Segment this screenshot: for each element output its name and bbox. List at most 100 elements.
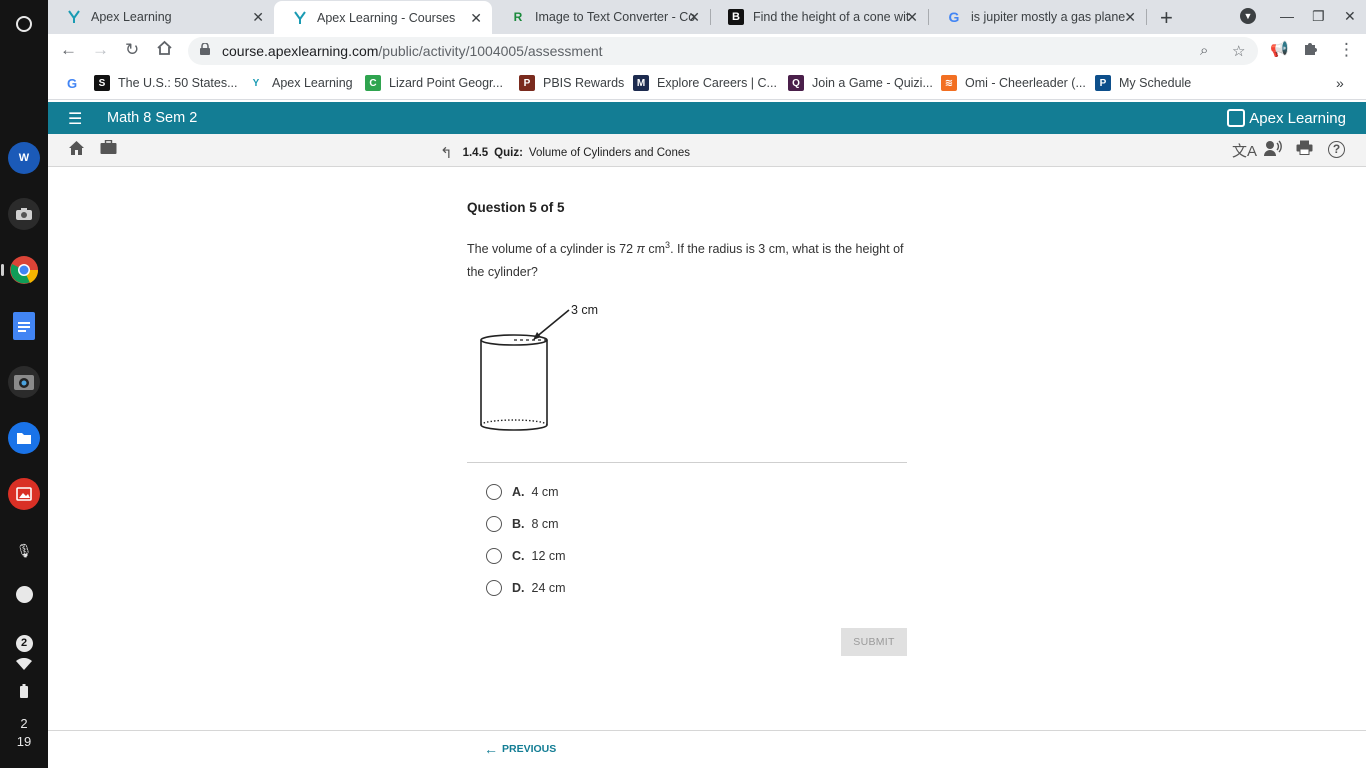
battery-icon[interactable] [0, 684, 48, 701]
choice-c-radio[interactable] [486, 548, 502, 564]
briefcase-icon[interactable] [100, 139, 117, 160]
schedule-icon: P [1095, 75, 1111, 91]
tab-strip: Apex Learning ✕ Apex Learning - Courses … [48, 0, 1366, 34]
launcher-button[interactable] [8, 8, 40, 40]
google-icon: G [66, 75, 78, 91]
choice-c[interactable]: C. 12 cm [486, 548, 566, 564]
pbis-icon: P [519, 75, 535, 91]
lizard-point-icon: C [365, 75, 381, 91]
question-text: The volume of a cylinder is 72 π cm3. If… [467, 240, 904, 280]
window-close-icon[interactable]: ✕ [1344, 8, 1356, 25]
home-icon[interactable] [68, 140, 85, 161]
read-aloud-icon[interactable] [1264, 140, 1282, 161]
converter-favicon-icon: R [513, 9, 523, 24]
wifi-icon[interactable] [0, 657, 48, 673]
tab-close-icon[interactable]: ✕ [688, 9, 700, 26]
apex-logo-icon [1227, 109, 1246, 127]
choice-a[interactable]: A. 4 cm [486, 484, 559, 500]
active-app-indicator [1, 264, 4, 276]
radius-label: 3 cm [571, 303, 598, 317]
files-app-icon[interactable] [8, 422, 40, 454]
apex-favicon-icon [292, 10, 308, 26]
home-icon[interactable] [156, 40, 173, 61]
choice-a-radio[interactable] [486, 484, 502, 500]
apex-icon: Y [252, 77, 260, 89]
choice-d[interactable]: D. 24 cm [486, 580, 566, 596]
submit-button[interactable]: SUBMIT [841, 628, 907, 656]
translate-icon[interactable]: 文A [1232, 140, 1257, 161]
extensions-puzzle-icon[interactable] [1303, 40, 1319, 61]
brainly-favicon-icon: B [728, 8, 744, 25]
tray-settings-icon[interactable] [0, 586, 48, 606]
left-arrow-icon: ← [484, 741, 498, 757]
browser-menu-icon[interactable]: ⋮ [1338, 40, 1355, 60]
word-app-icon[interactable]: W [8, 142, 40, 174]
quizizz-icon: Q [788, 75, 804, 91]
bookmark-us-states[interactable]: S The U.S.: 50 States... [94, 75, 238, 91]
forward-arrow-icon[interactable]: → [92, 40, 109, 60]
bookmark-apps[interactable]: G [64, 75, 88, 91]
lock-icon [200, 43, 210, 55]
back-arrow-icon[interactable]: ← [60, 40, 77, 60]
url-text: course.apexlearning.com/public/activity/… [222, 43, 603, 59]
bookmark-omi[interactable]: ≋ Omi - Cheerleader (... [941, 75, 1086, 91]
up-arrow-icon[interactable]: ↰ [440, 144, 453, 162]
tab-close-icon[interactable]: ✕ [906, 9, 918, 26]
announcement-extension-icon[interactable]: 📢 [1270, 40, 1289, 58]
bookmark-my-schedule[interactable]: P My Schedule [1095, 75, 1191, 91]
tab-close-icon[interactable]: ✕ [252, 9, 264, 26]
cylinder-figure: 3 cm [480, 303, 598, 431]
reload-icon[interactable]: ↻ [125, 40, 139, 60]
tab-search-icon[interactable]: ▼ [1240, 8, 1256, 24]
address-bar[interactable]: course.apexlearning.com/public/activity/… [188, 37, 1258, 65]
notification-count-badge[interactable]: 2 [0, 634, 48, 652]
print-icon[interactable] [1296, 140, 1313, 160]
activity-breadcrumb: ↰ 1.4.5 Quiz: Volume of Cylinders and Co… [440, 144, 690, 162]
course-menu-icon[interactable]: ☰ [68, 109, 82, 129]
tab-image-to-text[interactable]: R Image to Text Converter - Co ✕ [492, 0, 710, 33]
microphone-icon[interactable]: 🎙 [0, 543, 48, 559]
careers-icon: M [633, 75, 649, 91]
browser-toolbar: ← → ↻ course.apexlearning.com/public/act… [48, 34, 1366, 68]
previous-button[interactable]: ← PREVIOUS [484, 741, 556, 757]
tab-close-icon[interactable]: ✕ [1124, 9, 1136, 26]
os-shelf: W 🎙 2 2 19 [0, 0, 48, 768]
quiz-footer: ← PREVIOUS [48, 730, 1366, 768]
gallery-app-icon[interactable] [8, 478, 40, 510]
clock-minute[interactable]: 19 [0, 734, 48, 749]
bookmarks-overflow-icon[interactable]: » [1336, 75, 1344, 91]
bookmark-star-icon[interactable]: ☆ [1232, 42, 1245, 60]
choice-b-radio[interactable] [486, 516, 502, 532]
clock-hour[interactable]: 2 [0, 716, 48, 731]
chrome-app-icon[interactable] [8, 254, 40, 286]
bookmark-explore-careers[interactable]: M Explore Careers | C... [633, 75, 777, 91]
question-title: Question 5 of 5 [467, 200, 565, 215]
google-favicon-icon: G [948, 8, 960, 25]
choice-b[interactable]: B. 8 cm [486, 516, 559, 532]
soundcloud-icon: ≋ [941, 75, 957, 91]
zoom-icon[interactable]: ⌕ [1200, 42, 1208, 59]
bookmarks-bar: G S The U.S.: 50 States... Y Apex Learning… [48, 68, 1366, 100]
help-icon[interactable]: ? [1328, 140, 1345, 158]
tab-find-height-cone[interactable]: B Find the height of a cone wit ✕ [710, 0, 928, 33]
tab-apex-learning[interactable]: Apex Learning ✕ [48, 0, 274, 33]
docs-app-icon[interactable] [8, 310, 40, 342]
tab-close-icon[interactable]: ✕ [470, 10, 482, 27]
launcher-icon [16, 16, 32, 32]
bookmark-pbis[interactable]: P PBIS Rewards [519, 75, 624, 91]
apex-header: ☰ Math 8 Sem 2 Apex Learning [48, 102, 1366, 134]
bookmark-lizard-point[interactable]: C Lizard Point Geogr... [365, 75, 503, 91]
choice-d-radio[interactable] [486, 580, 502, 596]
tab-jupiter-search[interactable]: G is jupiter mostly a gas plane ✕ [928, 0, 1146, 33]
camera-lens-app-icon[interactable] [8, 366, 40, 398]
tab-apex-courses[interactable]: Apex Learning - Courses ✕ [274, 1, 492, 34]
question-divider [467, 462, 907, 463]
seterra-icon: S [94, 75, 110, 91]
browser-window: Apex Learning ✕ Apex Learning - Courses … [48, 0, 1366, 768]
camera-app-icon[interactable] [8, 198, 40, 230]
minimize-icon[interactable]: — [1280, 8, 1294, 24]
new-tab-button[interactable]: + [1160, 5, 1173, 31]
restore-icon[interactable]: ❐ [1312, 8, 1325, 25]
bookmark-quizizz[interactable]: Q Join a Game - Quizi... [788, 75, 933, 91]
bookmark-apex[interactable]: Y Apex Learning [248, 75, 353, 91]
